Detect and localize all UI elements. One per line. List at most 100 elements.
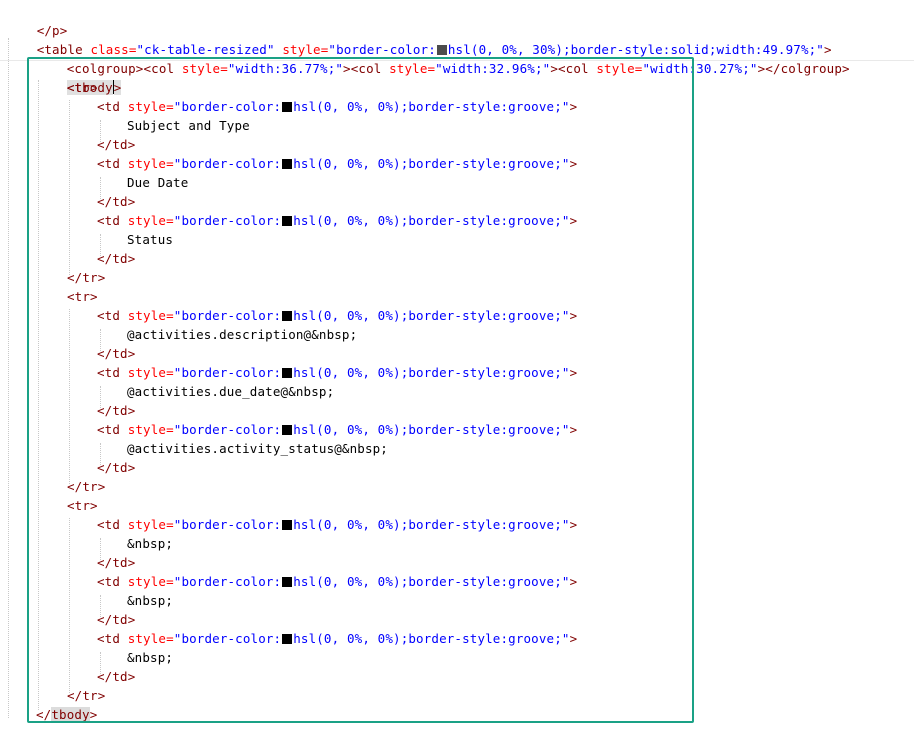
color-swatch[interactable] (282, 520, 293, 530)
tag-end: > (569, 517, 578, 532)
code-line[interactable]: </td> (97, 458, 135, 477)
cell-text: @activities.description@&nbsp; (127, 327, 358, 342)
col-open-tag: <col (558, 61, 589, 76)
color-swatch[interactable] (282, 159, 293, 169)
tr-open-tag: <tr> (67, 498, 98, 513)
color-swatch[interactable] (282, 311, 293, 321)
code-line[interactable]: <tr> (67, 287, 98, 306)
td-close-tag: </td> (97, 251, 136, 266)
style-value-rest: hsl(0, 0%, 0%);border-style:groove;" (293, 213, 570, 228)
code-line[interactable]: </td> (97, 401, 135, 420)
td-close-tag: </td> (97, 612, 136, 627)
code-line[interactable]: <td style="border-color: hsl(0, 0%, 0%);b… (97, 420, 577, 439)
code-line[interactable]: </tr> (67, 268, 105, 287)
code-line[interactable]: </tbody> (36, 705, 97, 724)
color-swatch[interactable] (282, 577, 293, 587)
code-line[interactable]: @activities.due_date@&nbsp; (127, 382, 334, 401)
style-value-rest: hsl(0, 0%, 0%);border-style:groove;" (293, 574, 570, 589)
td-open-tag: <td (97, 574, 121, 589)
code-line[interactable]: </td> (97, 610, 135, 629)
tag-end: > (569, 422, 578, 437)
td-open-tag: <td (97, 631, 121, 646)
code-editor[interactable]: </p> <table class="ck-table-resized" sty… (0, 0, 914, 729)
code-line[interactable]: </td> (97, 344, 135, 363)
tr-close-tag: </tr> (67, 270, 106, 285)
code-line[interactable]: Due Date (127, 173, 188, 192)
code-line[interactable]: @activities.activity_status@&nbsp; (127, 439, 388, 458)
color-swatch[interactable] (282, 368, 293, 378)
code-line[interactable]: &nbsp; (127, 591, 173, 610)
code-line[interactable]: Status (127, 230, 173, 249)
tag-end: > (569, 213, 578, 228)
style-value-rest: hsl(0, 0%, 0%);border-style:groove;" (293, 99, 570, 114)
code-line[interactable]: </tr> (67, 477, 105, 496)
indent-guide (69, 100, 70, 275)
code-line[interactable]: <tbody> (36, 59, 122, 95)
style-attribute: style= (120, 422, 174, 437)
code-line[interactable]: <td style="border-color: hsl(0, 0%, 0%);b… (97, 629, 577, 648)
code-line[interactable]: </td> (97, 553, 135, 572)
tbody-close-end: > (89, 707, 98, 722)
td-open-tag: <td (97, 365, 121, 380)
code-line[interactable]: </tr> (67, 686, 105, 705)
code-line[interactable]: &nbsp; (127, 648, 173, 667)
code-line[interactable]: <td style="border-color: hsl(0, 0%, 0%);b… (97, 572, 577, 591)
code-line[interactable]: <colgroup><col style="width:36.77%;"><co… (36, 40, 850, 76)
code-line[interactable]: <tr> (67, 78, 98, 97)
col-style-value: "width:30.27%;" (642, 61, 758, 76)
code-line[interactable]: <td style="border-color: hsl(0, 0%, 0%);b… (97, 211, 577, 230)
style-attribute: style= (120, 213, 174, 228)
code-line[interactable]: </td> (97, 667, 135, 686)
td-open-tag: <td (97, 422, 121, 437)
code-line[interactable]: </td> (97, 135, 135, 154)
tag-end: > (569, 574, 578, 589)
code-line[interactable]: <td style="border-color: hsl(0, 0%, 0%);b… (97, 515, 577, 534)
td-close-tag: </td> (97, 346, 136, 361)
td-open-tag: <td (97, 308, 121, 323)
tbody-close-bracket: </ (36, 707, 52, 722)
td-open-tag: <td (97, 517, 121, 532)
code-line[interactable]: <td style="border-color: hsl(0, 0%, 0%);b… (97, 154, 577, 173)
td-close-tag: </td> (97, 669, 136, 684)
tag-end: > (569, 631, 578, 646)
code-line[interactable]: </td> (97, 192, 135, 211)
color-swatch[interactable] (282, 634, 293, 644)
tr-open-tag: <tr> (67, 80, 98, 95)
code-line[interactable]: </p> (6, 2, 68, 38)
tr-close-tag: </tr> (67, 479, 106, 494)
code-line[interactable]: <table class="ck-table-resized" style="b… (6, 21, 832, 57)
cell-text: &nbsp; (127, 536, 174, 551)
col-style-value: "width:32.96%;" (435, 61, 551, 76)
tag-end: > (569, 99, 578, 114)
code-line[interactable]: @activities.description@&nbsp; (127, 325, 357, 344)
code-line[interactable]: <td style="border-color: hsl(0, 0%, 0%);b… (97, 363, 577, 382)
style-attribute: style= (120, 308, 174, 323)
col-open-tag: <col (350, 61, 382, 76)
td-close-tag: </td> (97, 460, 136, 475)
style-value-prefix: "border-color: (173, 213, 282, 228)
td-open-tag: <td (97, 99, 121, 114)
td-open-tag: <td (97, 156, 121, 171)
code-line[interactable]: <tr> (67, 496, 98, 515)
code-line[interactable]: <td style="border-color: hsl(0, 0%, 0%);b… (97, 306, 577, 325)
color-swatch[interactable] (282, 425, 293, 435)
style-value-prefix: "border-color: (173, 574, 282, 589)
tag-end: > (569, 156, 578, 171)
code-line[interactable]: Subject and Type (127, 116, 250, 135)
cell-text: Status (127, 232, 174, 247)
style-value-prefix: "border-color: (173, 99, 282, 114)
style-value-rest: hsl(0, 0%, 0%);border-style:groove;" (293, 517, 570, 532)
cell-text: Due Date (127, 175, 189, 190)
style-value-prefix: "border-color: (173, 365, 282, 380)
tr-close-tag: </tr> (67, 688, 106, 703)
style-attribute: style= (174, 61, 228, 76)
code-line[interactable]: &nbsp; (127, 534, 173, 553)
color-swatch[interactable] (282, 102, 293, 112)
color-swatch[interactable] (282, 216, 293, 226)
cell-text: @activities.due_date@&nbsp; (127, 384, 335, 399)
style-attribute: style= (120, 99, 174, 114)
code-line[interactable]: <td style="border-color: hsl(0, 0%, 0%);b… (97, 97, 577, 116)
style-attribute: style= (120, 574, 174, 589)
code-line[interactable]: </td> (97, 249, 135, 268)
td-close-tag: </td> (97, 194, 136, 209)
